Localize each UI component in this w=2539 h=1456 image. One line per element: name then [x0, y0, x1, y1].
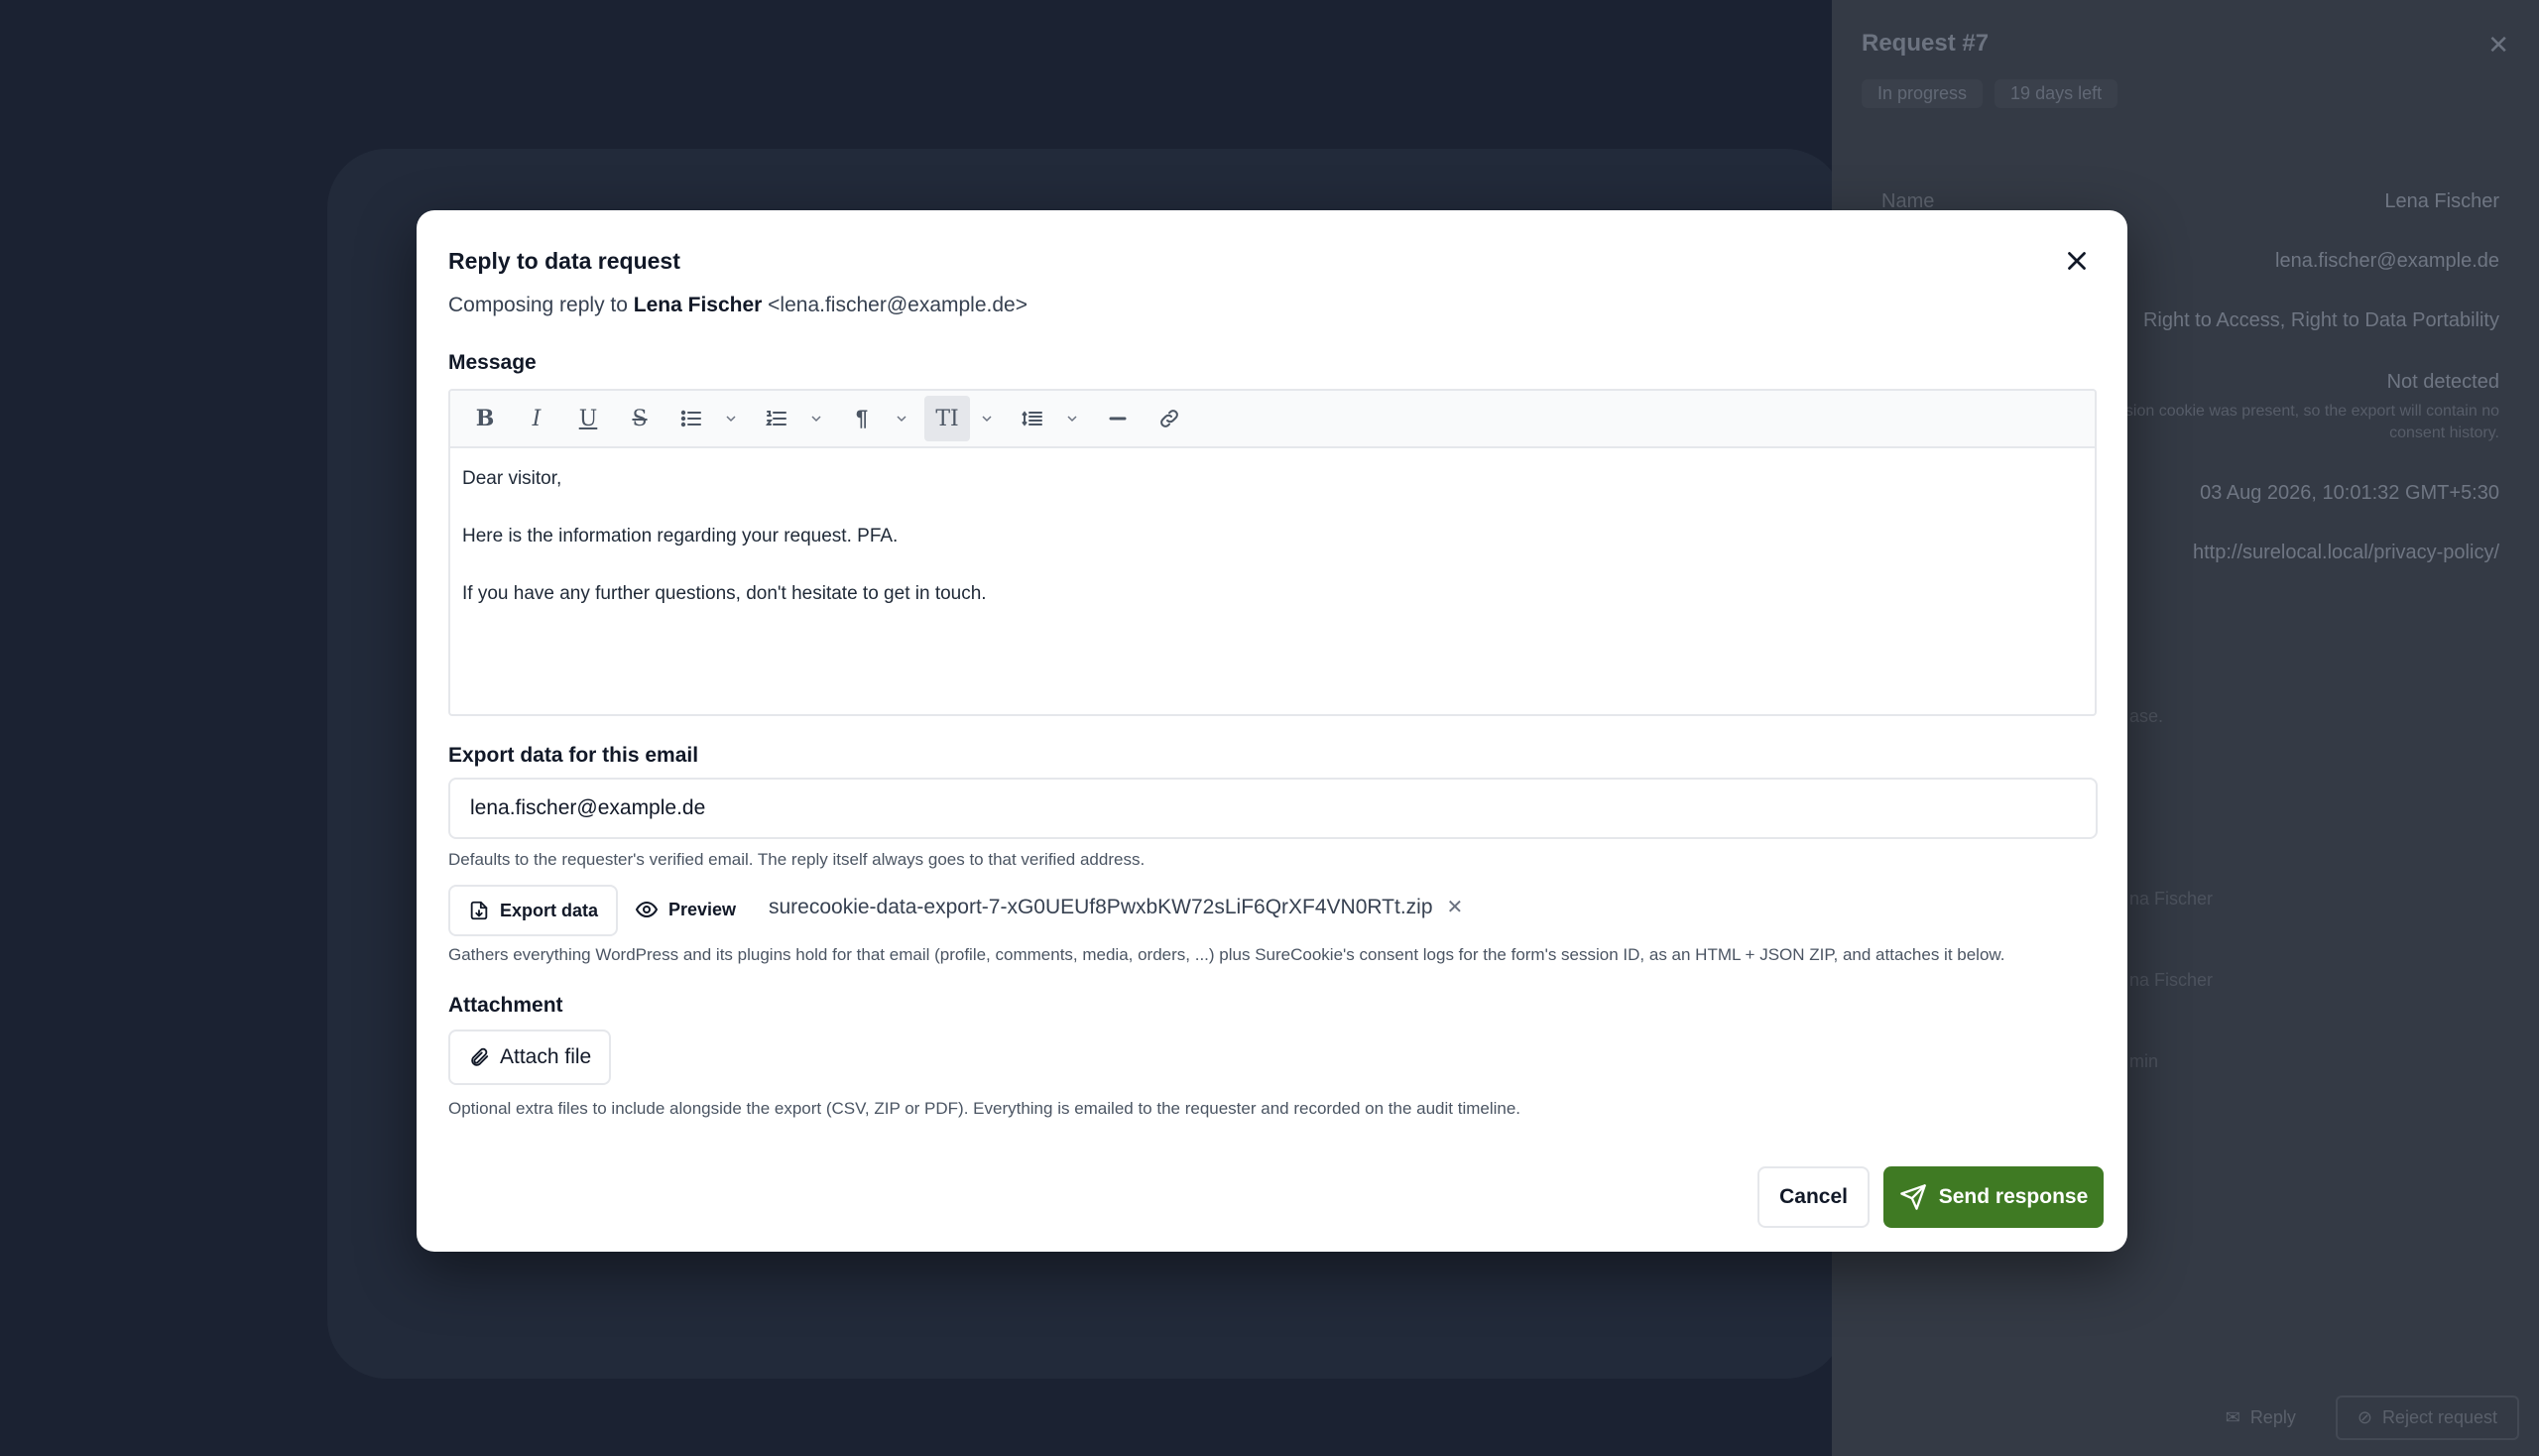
detail-value: Not detected: [2386, 371, 2499, 393]
status-badge: In progress: [1862, 79, 1984, 108]
chevron-down-icon[interactable]: [1061, 396, 1083, 441]
numbered-list-icon: [766, 411, 786, 425]
chevron-down-icon[interactable]: [720, 396, 742, 441]
side-panel-footer: ✉ Reply ⊘ Reject request: [2206, 1395, 2519, 1440]
faint-text: min: [2129, 1051, 2159, 1071]
detail-value: http://surelocal.local/privacy-policy/: [2192, 542, 2499, 563]
line-height-button[interactable]: [1010, 396, 1055, 441]
attach-file-button[interactable]: Attach file: [448, 1030, 612, 1085]
message-body[interactable]: Dear visitor, Here is the information re…: [450, 448, 2095, 653]
ban-icon: ⊘: [2357, 1407, 2372, 1427]
export-description: Gathers everything WordPress and its plu…: [448, 945, 2005, 964]
line-height-icon: [1022, 411, 1042, 426]
chevron-down-icon[interactable]: [891, 396, 912, 441]
reply-modal: Reply to data request Composing reply to…: [417, 210, 2127, 1252]
close-icon[interactable]: [2062, 246, 2092, 276]
preview-label: Preview: [668, 899, 737, 919]
paperclip-icon: [471, 1047, 489, 1066]
link-button[interactable]: [1147, 396, 1192, 441]
chevron-down-icon[interactable]: [976, 396, 998, 441]
message-line: Dear visitor,: [462, 468, 562, 489]
link-icon: [1160, 410, 1178, 427]
export-email-help: Defaults to the requester's verified ema…: [448, 850, 1146, 869]
mail-icon: ✉: [2225, 1407, 2240, 1427]
faint-text: ase.: [2129, 706, 2164, 726]
request-title: Request #7: [1862, 30, 1990, 57]
horizontal-rule-button[interactable]: [1095, 396, 1141, 441]
message-label: Message: [448, 351, 537, 374]
cancel-button[interactable]: Cancel: [1757, 1166, 1870, 1228]
export-data-label: Export data: [500, 900, 599, 920]
faint-text: na Fischer: [2129, 970, 2214, 990]
message-line: If you have any further questions, don't…: [462, 583, 987, 604]
send-response-label: Send response: [1938, 1185, 2089, 1208]
preview-button[interactable]: Preview: [635, 898, 736, 921]
bold-button[interactable]: B: [462, 396, 508, 441]
attachment-label: Attachment: [448, 994, 563, 1017]
underline-button[interactable]: U: [565, 396, 611, 441]
reject-request-button[interactable]: ⊘ Reject request: [2335, 1395, 2519, 1440]
send-response-button[interactable]: Send response: [1883, 1166, 2104, 1228]
recipient-name: Lena Fischer: [633, 294, 763, 316]
faint-text: na Fischer: [2129, 889, 2214, 909]
reply-label: Reply: [2249, 1407, 2296, 1427]
italic-button[interactable]: I: [514, 396, 559, 441]
text-size-button[interactable]: TI: [924, 396, 970, 441]
paragraph-button[interactable]: ¶: [839, 396, 885, 441]
bullet-list-icon: [680, 410, 701, 427]
reject-label: Reject request: [2381, 1407, 2497, 1427]
deadline-badge: 19 days left: [1995, 79, 2118, 108]
detail-value: lena.fischer@example.de: [2275, 250, 2499, 272]
export-email-label: Export data for this email: [448, 744, 699, 767]
attachment-help: Optional extra files to include alongsid…: [448, 1099, 1521, 1118]
modal-subtitle: Composing reply to Lena Fischer <lena.fi…: [448, 294, 1028, 317]
strikethrough-button[interactable]: S: [617, 396, 663, 441]
message-editor: B I U S ¶ TI Dear visitor, Here is the i…: [448, 389, 2097, 716]
subtitle-prefix: Composing reply to: [448, 294, 634, 316]
editor-toolbar: B I U S ¶ TI: [450, 391, 2095, 448]
request-badges: In progress 19 days left: [1862, 79, 2118, 108]
send-icon: [1899, 1184, 1926, 1210]
bullet-list-button[interactable]: [668, 396, 714, 441]
close-icon[interactable]: ✕: [2487, 30, 2509, 61]
export-email-field[interactable]: lena.fischer@example.de: [448, 778, 2098, 839]
recipient-email: <lena.fischer@example.de>: [768, 294, 1028, 316]
export-data-button[interactable]: Export data: [448, 885, 619, 936]
horizontal-rule-icon: [1109, 417, 1127, 421]
export-file-name: surecookie-data-export-7-xG0UEUf8PwxbKW7…: [769, 895, 1433, 918]
chevron-down-icon[interactable]: [805, 396, 827, 441]
modal-title: Reply to data request: [448, 248, 680, 274]
export-file-chip: surecookie-data-export-7-xG0UEUf8PwxbKW7…: [769, 895, 1463, 919]
detail-value: Lena Fischer: [2384, 190, 2499, 212]
eye-icon: [635, 901, 659, 918]
message-line: Here is the information regarding your r…: [462, 526, 899, 546]
file-export-icon: [470, 901, 488, 920]
detail-value: 03 Aug 2026, 10:01:32 GMT+5:30: [2200, 482, 2499, 504]
remove-file-icon[interactable]: ✕: [1447, 895, 1464, 919]
reply-button[interactable]: ✉ Reply: [2206, 1397, 2316, 1438]
attach-file-label: Attach file: [500, 1045, 592, 1068]
numbered-list-button[interactable]: [754, 396, 799, 441]
detail-value: Right to Access, Right to Data Portabili…: [2142, 309, 2499, 331]
session-note: session cookie was present, so the expor…: [2101, 403, 2499, 441]
